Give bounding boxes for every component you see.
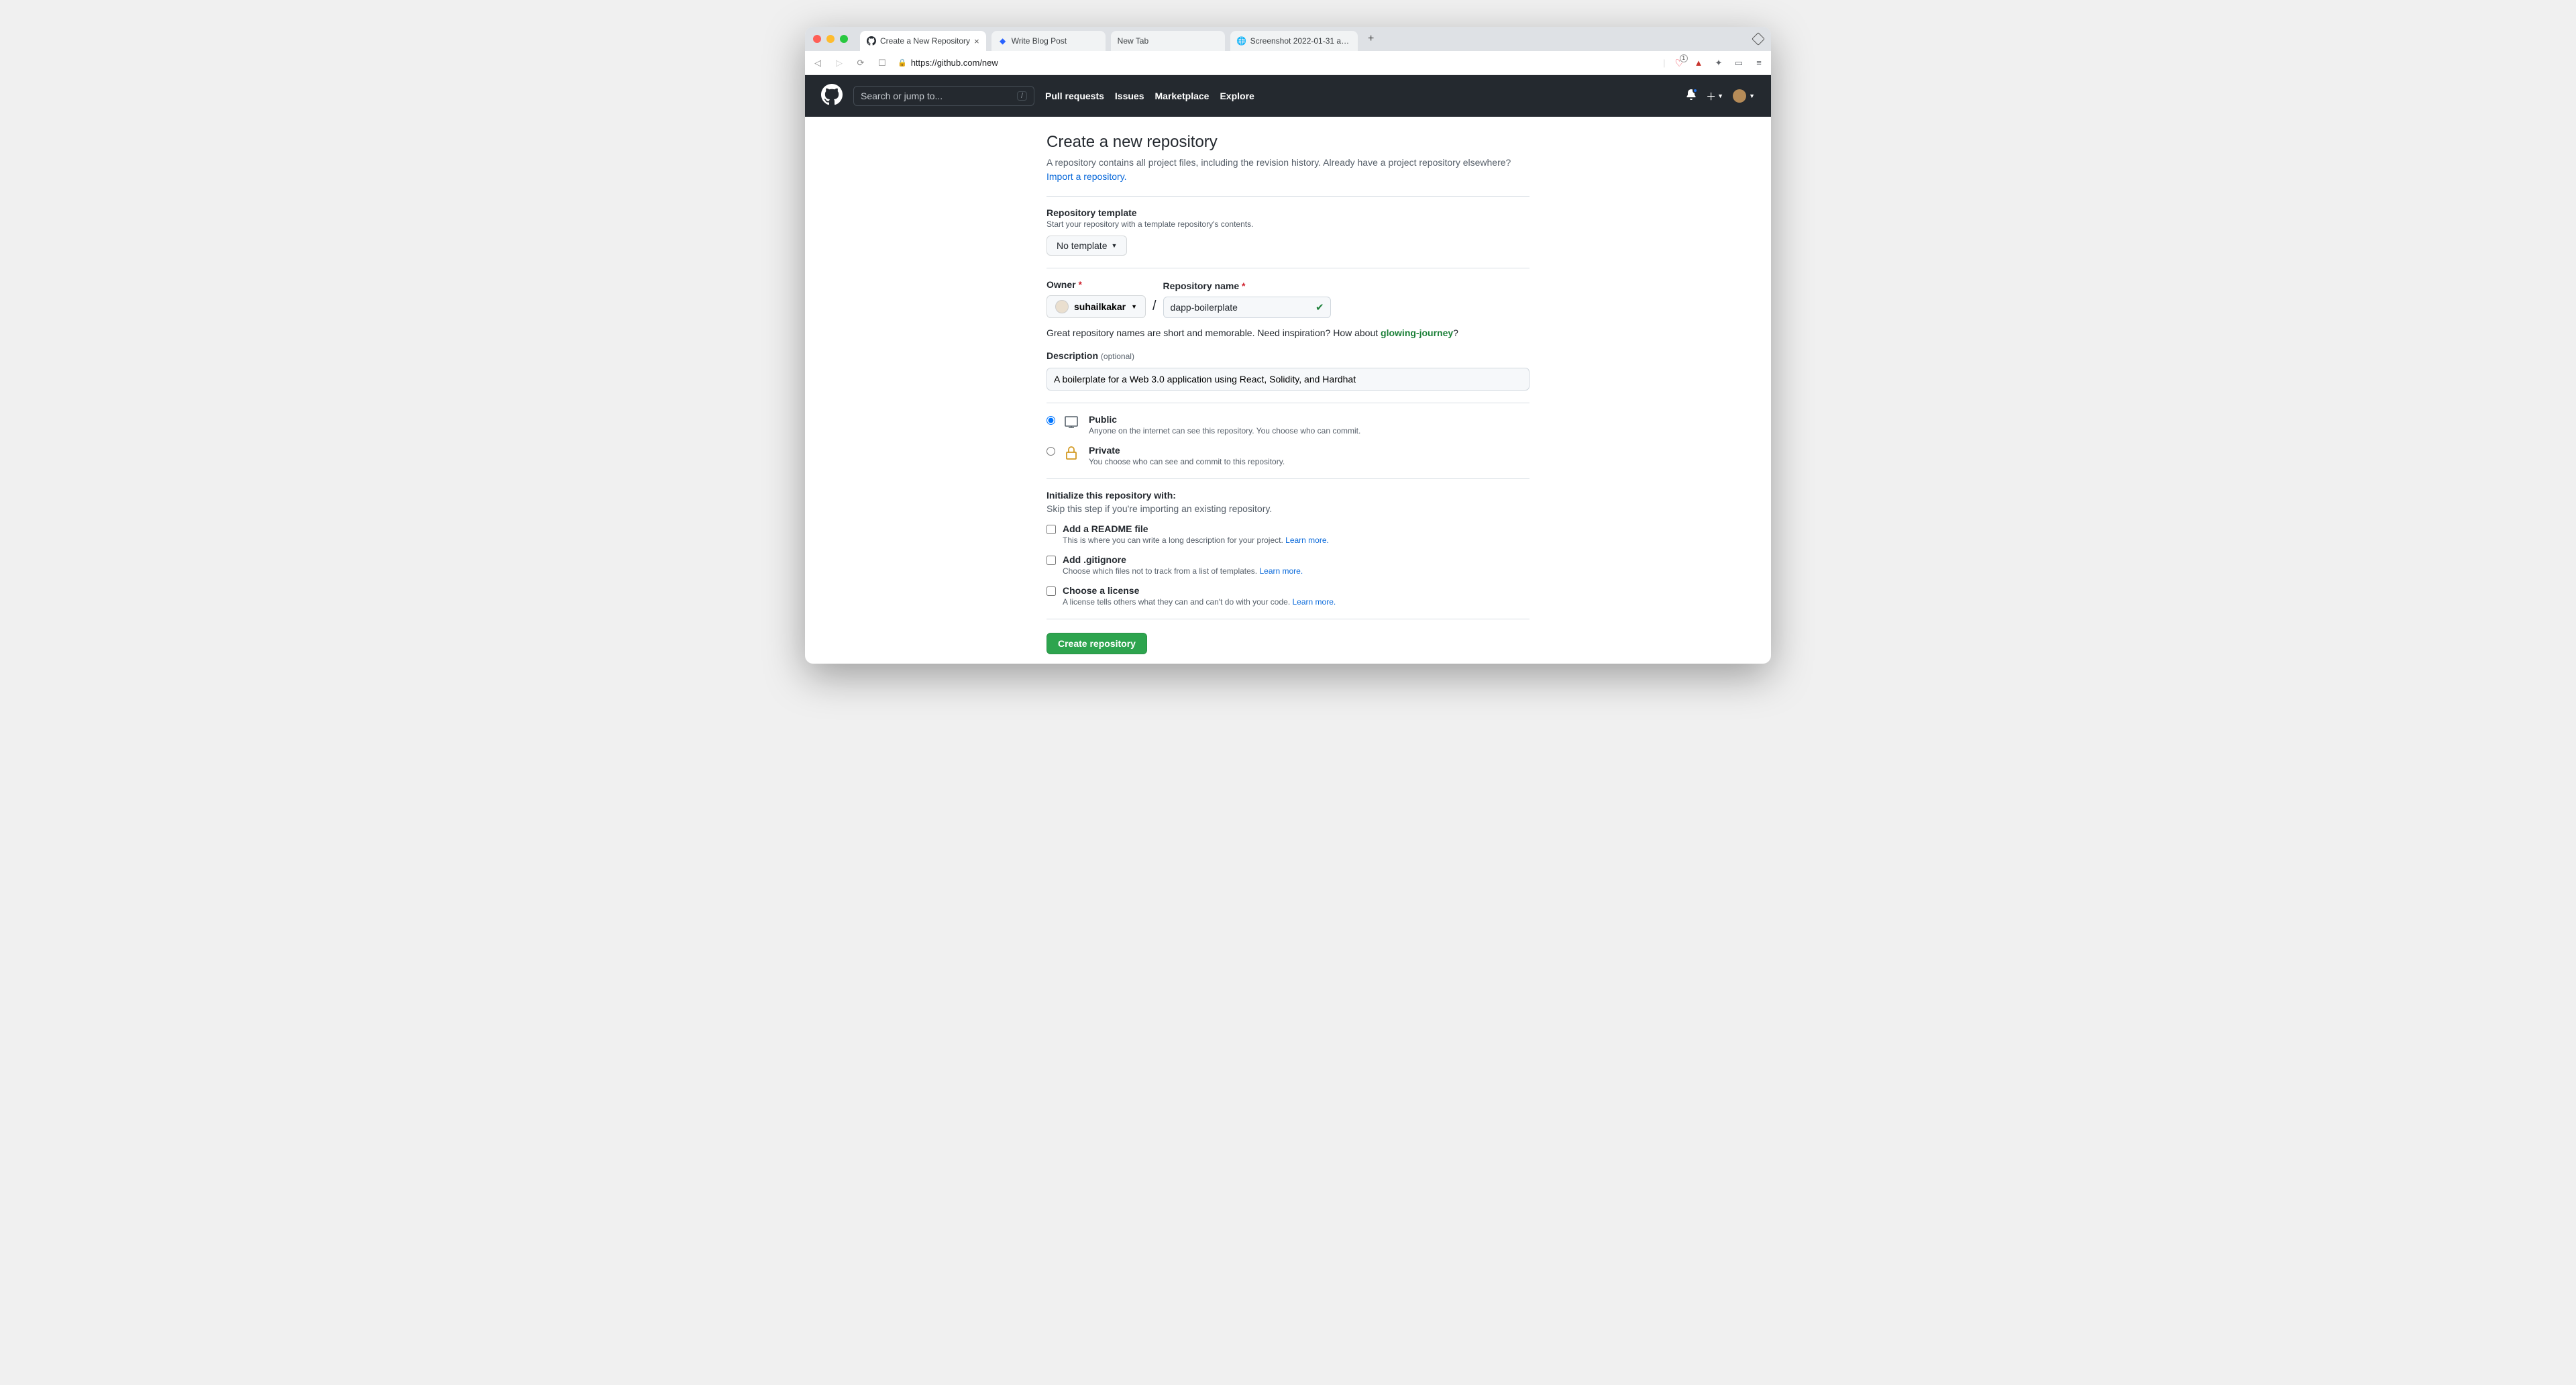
reload-button[interactable]: ⟳ bbox=[855, 58, 867, 68]
import-repo-link[interactable]: Import a repository. bbox=[1046, 171, 1127, 182]
create-menu-button[interactable]: ＋▼ bbox=[1706, 89, 1723, 103]
divider bbox=[1046, 196, 1529, 197]
repo-name-input[interactable] bbox=[1163, 297, 1331, 318]
create-repository-button[interactable]: Create repository bbox=[1046, 633, 1147, 654]
repo-public-icon bbox=[1063, 414, 1081, 433]
init-sub: Skip this step if you're importing an ex… bbox=[1046, 503, 1529, 514]
private-desc: You choose who can see and commit to thi… bbox=[1089, 457, 1285, 466]
private-title: Private bbox=[1089, 445, 1285, 456]
caret-down-icon: ▼ bbox=[1131, 303, 1137, 310]
visibility-public-radio[interactable] bbox=[1046, 416, 1055, 425]
bookmark-icon[interactable]: ☐ bbox=[876, 58, 888, 68]
init-title: Initialize this repository with: bbox=[1046, 490, 1529, 501]
close-tab-icon[interactable]: × bbox=[974, 36, 979, 46]
gitignore-desc: Choose which files not to track from a l… bbox=[1063, 566, 1303, 576]
extensions-icon[interactable]: ✦ bbox=[1713, 58, 1724, 68]
template-select[interactable]: No template ▼ bbox=[1046, 236, 1127, 256]
suggestion-link[interactable]: glowing-journey bbox=[1381, 327, 1453, 338]
tab-screenshot[interactable]: 🌐 Screenshot 2022-01-31 at 22.06.5… bbox=[1230, 31, 1358, 51]
owner-avatar-icon bbox=[1055, 300, 1069, 313]
owner-label: Owner * bbox=[1046, 279, 1146, 290]
public-title: Public bbox=[1089, 414, 1360, 425]
page-title: Create a new repository bbox=[1046, 133, 1529, 152]
url-text: https://github.com/new bbox=[911, 58, 998, 68]
back-button[interactable]: ◁ bbox=[812, 58, 824, 68]
incognito-icon bbox=[1752, 32, 1765, 46]
hashnode-favicon-icon: ◆ bbox=[998, 36, 1008, 46]
extension-brave-icon[interactable]: ▲ bbox=[1693, 58, 1704, 68]
forward-button[interactable]: ▷ bbox=[833, 58, 845, 68]
extension-heart-icon[interactable]: ♡1 bbox=[1675, 57, 1684, 69]
avatar-icon bbox=[1733, 89, 1746, 103]
visibility-private-radio[interactable] bbox=[1046, 447, 1055, 456]
tab-title: Create a New Repository bbox=[880, 36, 970, 46]
tab-title: New Tab bbox=[1118, 36, 1148, 46]
license-title: Choose a license bbox=[1063, 585, 1336, 596]
github-header: Search or jump to... / Pull requests Iss… bbox=[805, 75, 1771, 117]
github-logo-icon[interactable] bbox=[821, 84, 843, 109]
globe-favicon-icon: 🌐 bbox=[1237, 36, 1246, 46]
owner-select[interactable]: suhailkakar ▼ bbox=[1046, 295, 1146, 318]
slash-separator: / bbox=[1152, 299, 1157, 318]
page-subtitle: A repository contains all project files,… bbox=[1046, 156, 1529, 184]
address-bar: ◁ ▷ ⟳ ☐ 🔒 https://github.com/new | ♡1 ▲ … bbox=[805, 51, 1771, 75]
notification-dot-icon bbox=[1693, 88, 1698, 93]
license-desc: A license tells others what they can and… bbox=[1063, 597, 1336, 607]
search-placeholder: Search or jump to... bbox=[861, 91, 943, 101]
close-window-button[interactable] bbox=[813, 35, 821, 43]
tab-strip: Create a New Repository × ◆ Write Blog P… bbox=[805, 27, 1771, 51]
user-menu-button[interactable]: ▼ bbox=[1733, 89, 1755, 103]
readme-desc: This is where you can write a long descr… bbox=[1063, 535, 1329, 545]
slash-hint-icon: / bbox=[1017, 91, 1027, 101]
new-tab-button[interactable]: + bbox=[1363, 31, 1379, 47]
readme-title: Add a README file bbox=[1063, 523, 1329, 534]
learn-more-link[interactable]: Learn more. bbox=[1293, 597, 1336, 607]
gitignore-title: Add .gitignore bbox=[1063, 554, 1303, 565]
lock-icon bbox=[1063, 445, 1081, 464]
template-label: Repository template bbox=[1046, 207, 1529, 218]
add-readme-checkbox[interactable] bbox=[1046, 525, 1056, 534]
main-content: Create a new repository A repository con… bbox=[805, 117, 1771, 664]
divider bbox=[1046, 478, 1529, 479]
learn-more-link[interactable]: Learn more. bbox=[1285, 535, 1329, 545]
lock-icon: 🔒 bbox=[898, 58, 907, 67]
choose-license-checkbox[interactable] bbox=[1046, 586, 1056, 596]
learn-more-link[interactable]: Learn more. bbox=[1259, 566, 1303, 576]
name-hint: Great repository names are short and mem… bbox=[1046, 327, 1529, 338]
github-favicon-icon bbox=[867, 36, 876, 46]
nav-pull-requests[interactable]: Pull requests bbox=[1045, 91, 1104, 101]
template-note: Start your repository with a template re… bbox=[1046, 219, 1529, 229]
minimize-window-button[interactable] bbox=[826, 35, 835, 43]
repo-name-label: Repository name * bbox=[1163, 280, 1331, 291]
menu-icon[interactable]: ≡ bbox=[1754, 58, 1764, 68]
notifications-icon[interactable] bbox=[1686, 89, 1697, 103]
search-input[interactable]: Search or jump to... / bbox=[853, 86, 1034, 106]
screen-share-icon[interactable]: ▭ bbox=[1733, 58, 1744, 68]
browser-window: Create a New Repository × ◆ Write Blog P… bbox=[805, 27, 1771, 664]
nav-explore[interactable]: Explore bbox=[1220, 91, 1254, 101]
primary-nav: Pull requests Issues Marketplace Explore bbox=[1045, 91, 1254, 101]
tab-create-repo[interactable]: Create a New Repository × bbox=[860, 31, 986, 51]
check-icon: ✔ bbox=[1316, 301, 1324, 313]
tab-title: Write Blog Post bbox=[1012, 36, 1067, 46]
maximize-window-button[interactable] bbox=[840, 35, 848, 43]
window-controls bbox=[813, 35, 848, 43]
description-label: Description (optional) bbox=[1046, 350, 1134, 361]
public-desc: Anyone on the internet can see this repo… bbox=[1089, 426, 1360, 435]
add-gitignore-checkbox[interactable] bbox=[1046, 556, 1056, 565]
tab-title: Screenshot 2022-01-31 at 22.06.5… bbox=[1250, 36, 1351, 46]
description-input[interactable] bbox=[1046, 368, 1529, 391]
url-display[interactable]: 🔒 https://github.com/new bbox=[898, 58, 998, 68]
caret-down-icon: ▼ bbox=[1111, 242, 1117, 249]
nav-marketplace[interactable]: Marketplace bbox=[1155, 91, 1210, 101]
tab-write-blog[interactable]: ◆ Write Blog Post bbox=[991, 31, 1106, 51]
tab-new[interactable]: New Tab bbox=[1111, 31, 1225, 51]
nav-issues[interactable]: Issues bbox=[1115, 91, 1144, 101]
